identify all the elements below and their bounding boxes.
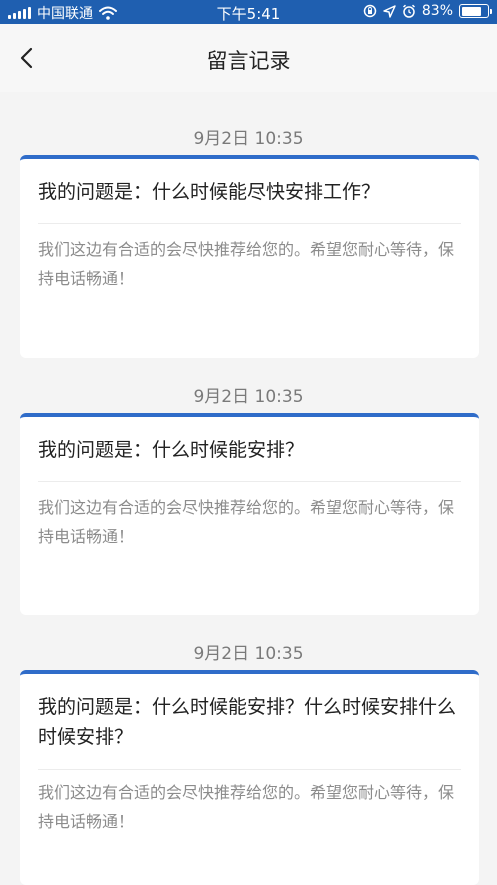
navigation-bar: 留言记录: [0, 24, 497, 92]
divider: [38, 223, 461, 224]
message-card[interactable]: 我的问题是：什么时候能尽快安排工作？ 我们这边有合适的会尽快推荐给您的。希望您耐…: [20, 155, 479, 358]
record-date: 9月2日 10:35: [193, 644, 304, 664]
question-text: 我的问题是：什么时候能安排？: [38, 439, 305, 461]
question-text: 我的问题是：什么时候能尽快安排工作？: [38, 181, 381, 203]
status-right: 83%: [363, 3, 492, 19]
page-title: 留言记录: [206, 49, 291, 73]
answer-text: 我们这边有合适的会尽快推荐给您的。希望您耐心等待，保持电话畅通！: [38, 783, 455, 831]
question-text: 我的问题是：什么时候能安排？什么时候安排什么时候安排？: [38, 696, 457, 748]
divider: [38, 769, 461, 770]
battery-percent: 83%: [421, 3, 453, 19]
answer-text: 我们这边有合适的会尽快推荐给您的。希望您耐心等待，保持电话畅通！: [38, 498, 455, 546]
message-card[interactable]: 我的问题是：什么时候能安排？什么时候安排什么时候安排？ 我们这边有合适的会尽快推…: [20, 670, 479, 885]
divider: [38, 481, 461, 482]
record-date: 9月2日 10:35: [193, 129, 304, 149]
battery-icon: [459, 4, 492, 18]
message-card[interactable]: 我的问题是：什么时候能安排？ 我们这边有合适的会尽快推荐给您的。希望您耐心等待，…: [20, 413, 479, 615]
battery-fill: [461, 6, 482, 16]
status-bar: 中国联通 下午5:41 83%: [0, 0, 497, 24]
orientation-lock-icon: [363, 4, 377, 18]
location-icon: [383, 4, 396, 18]
answer-text: 我们这边有合适的会尽快推荐给您的。希望您耐心等待，保持电话畅通！: [38, 240, 455, 288]
record-date: 9月2日 10:35: [193, 387, 304, 407]
alarm-icon: [402, 4, 415, 18]
